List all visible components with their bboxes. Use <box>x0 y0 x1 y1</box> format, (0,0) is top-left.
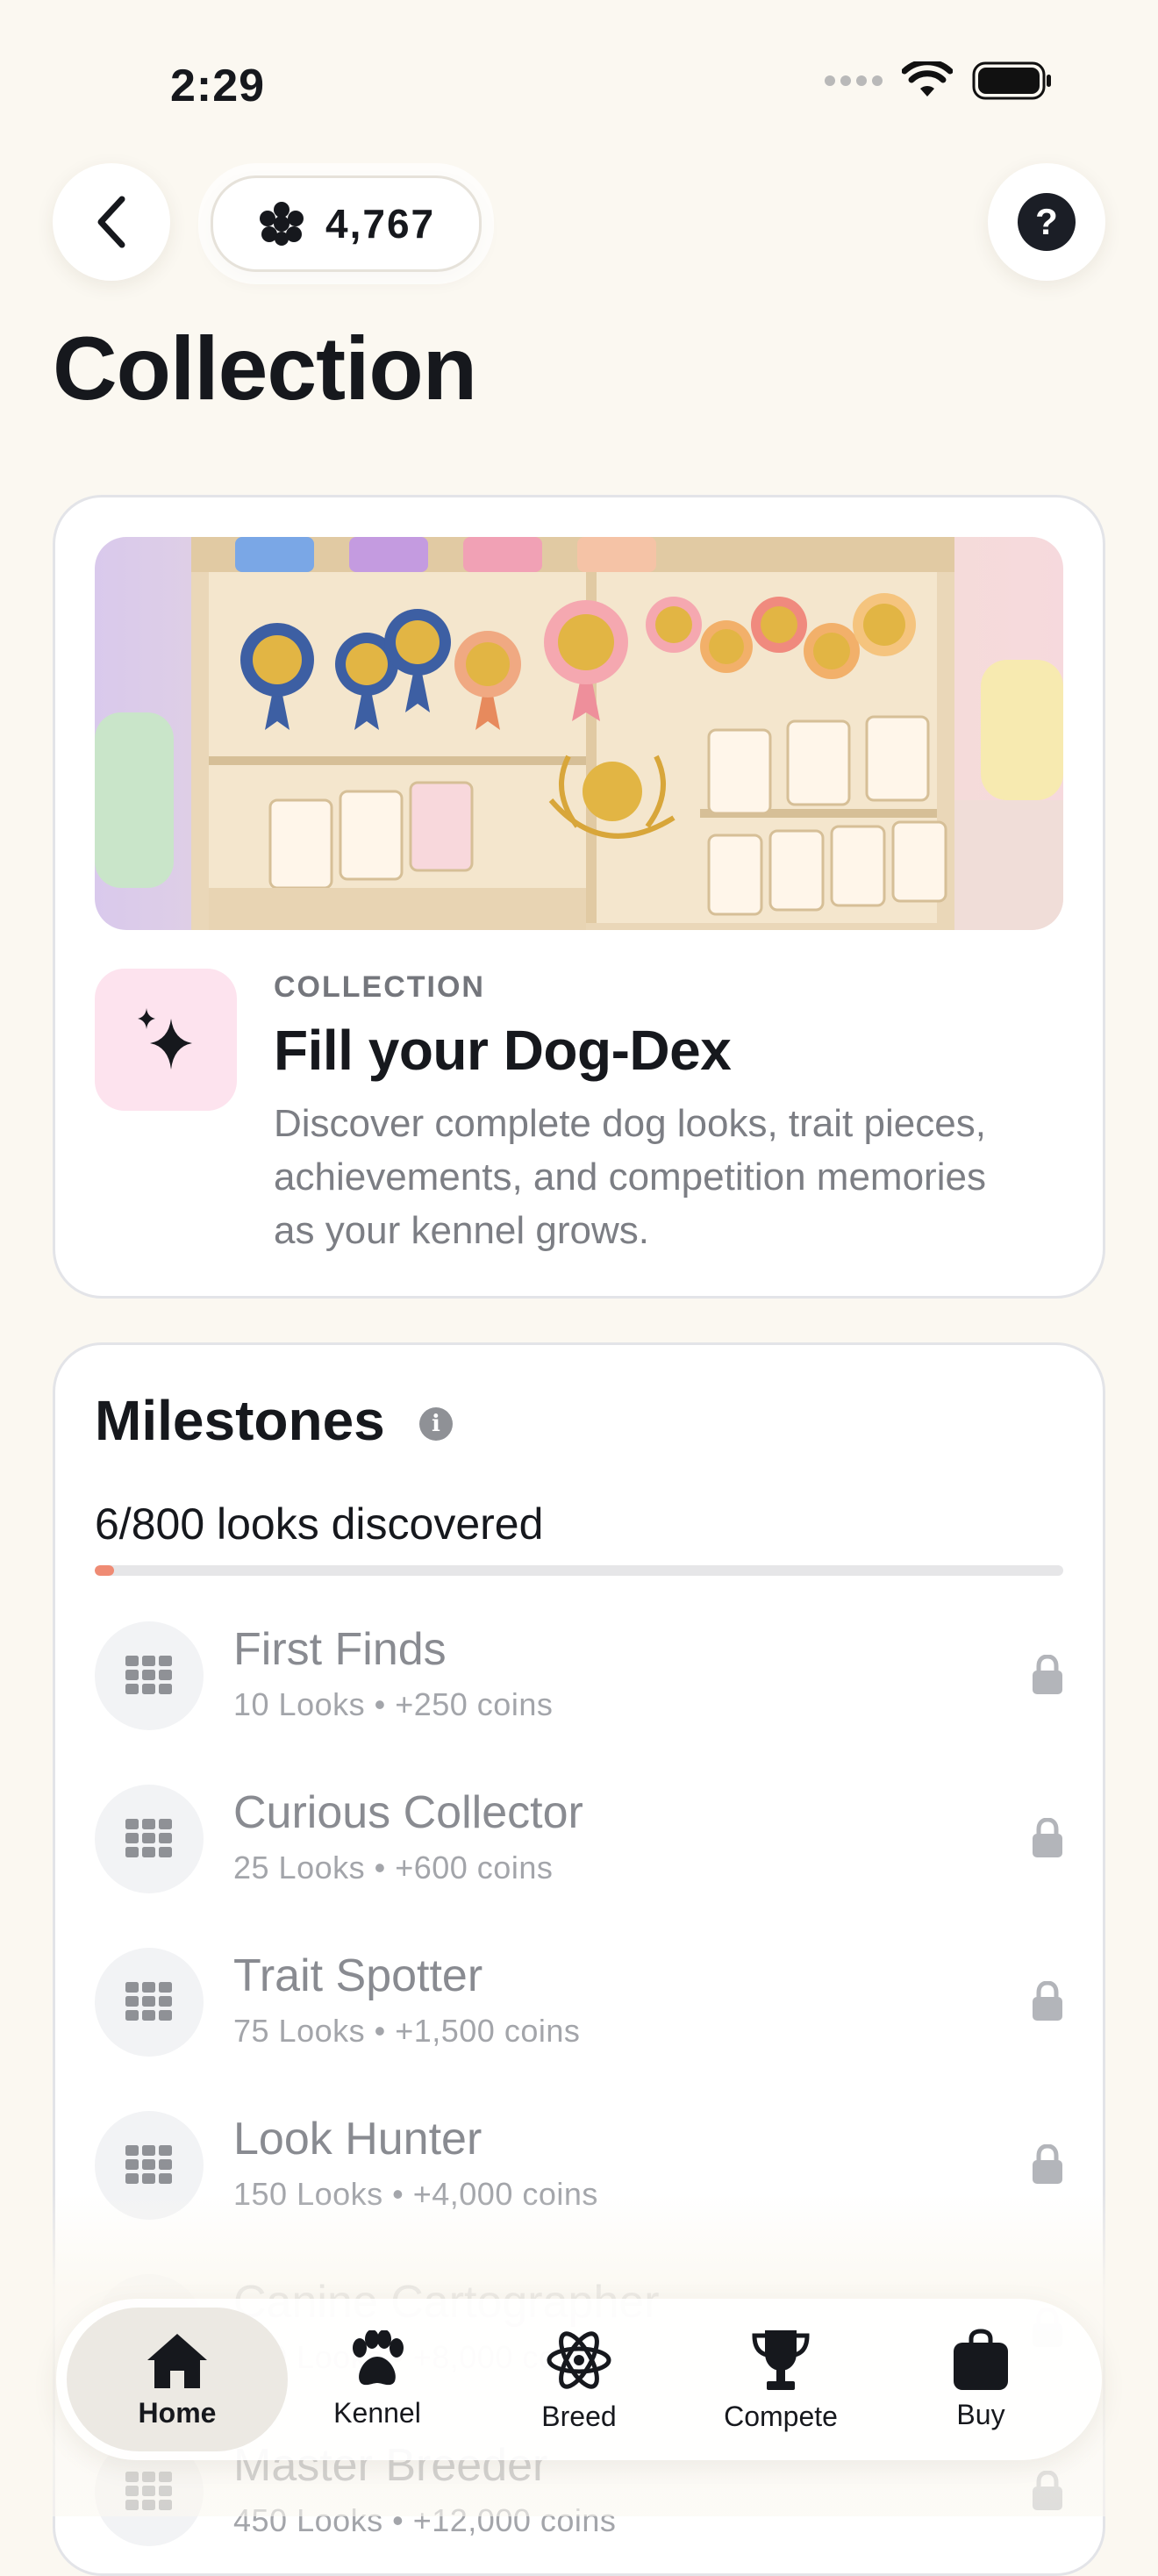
back-button[interactable] <box>53 163 170 281</box>
tab-home-label: Home <box>138 2396 217 2429</box>
looks-progress-bar <box>95 1565 1063 1576</box>
lock-icon <box>1032 1654 1063 1699</box>
tab-buy-label: Buy <box>956 2398 1005 2430</box>
sparkle-tile <box>95 969 237 1111</box>
looks-progress-fill <box>95 1565 114 1576</box>
milestone-detail: 10 Looks • +250 coins <box>233 1686 554 1722</box>
home-icon <box>147 2333 207 2388</box>
milestone-name: Trait Spotter <box>233 1950 483 2001</box>
looks-progress-label: 6/800 looks discovered <box>95 1499 544 1549</box>
lock-icon <box>1032 1980 1063 2026</box>
chevron-left-icon <box>97 196 125 248</box>
bag-icon <box>954 2328 1008 2390</box>
tab-breed[interactable]: Breed <box>468 2308 690 2451</box>
tab-compete[interactable]: Compete <box>670 2308 891 2451</box>
trophy-icon <box>752 2329 810 2390</box>
feature-title: Fill your Dog-Dex <box>274 1019 732 1082</box>
milestone-row[interactable]: First Finds 10 Looks • +250 coins <box>95 1621 1063 1730</box>
milestone-detail: 25 Looks • +600 coins <box>233 1850 554 1885</box>
coins-icon <box>260 202 304 246</box>
tab-home[interactable]: Home <box>67 2308 288 2451</box>
lock-icon <box>1032 2143 1063 2189</box>
help-button[interactable]: ? <box>988 163 1105 281</box>
milestones-title: Milestones <box>95 1389 385 1452</box>
tab-buy[interactable]: Buy <box>870 2308 1091 2451</box>
battery-icon <box>972 61 1051 100</box>
info-icon[interactable]: i <box>419 1407 453 1441</box>
coin-balance: 4,767 <box>325 201 436 247</box>
status-time: 2:29 <box>170 61 266 111</box>
tab-kennel-label: Kennel <box>333 2396 421 2429</box>
tab-bar: Home Kennel Breed Compete Buy <box>56 2299 1102 2460</box>
tab-kennel[interactable]: Kennel <box>267 2308 488 2451</box>
sparkles-icon <box>138 1008 192 1070</box>
atom-icon <box>547 2330 611 2389</box>
grid-icon <box>95 1785 204 1893</box>
status-icons <box>825 61 1053 100</box>
wifi-icon <box>902 61 953 97</box>
trophy-shelf-image <box>95 537 1063 930</box>
milestone-row[interactable]: Curious Collector 25 Looks • +600 coins <box>95 1785 1063 1893</box>
page-title: Collection <box>53 318 477 419</box>
milestone-name: Curious Collector <box>233 1787 583 1838</box>
coin-balance-pill[interactable]: 4,767 <box>211 175 482 272</box>
grid-icon <box>95 1621 204 1730</box>
feature-description: Discover complete dog looks, trait piece… <box>274 1102 986 1252</box>
tab-breed-label: Breed <box>541 2400 617 2432</box>
milestone-name: First Finds <box>233 1624 447 1675</box>
grid-icon <box>95 1948 204 2057</box>
paw-icon <box>353 2329 404 2385</box>
tab-compete-label: Compete <box>724 2400 838 2432</box>
milestone-detail: 75 Looks • +1,500 coins <box>233 2013 581 2049</box>
milestone-row[interactable]: Trait Spotter 75 Looks • +1,500 coins <box>95 1948 1063 2057</box>
feature-eyebrow: COLLECTION <box>274 970 485 1004</box>
lock-icon <box>1032 1817 1063 1863</box>
cellular-signal-icon <box>825 75 883 86</box>
help-icon: ? <box>1018 193 1076 251</box>
milestone-name: Look Hunter <box>233 2114 482 2165</box>
